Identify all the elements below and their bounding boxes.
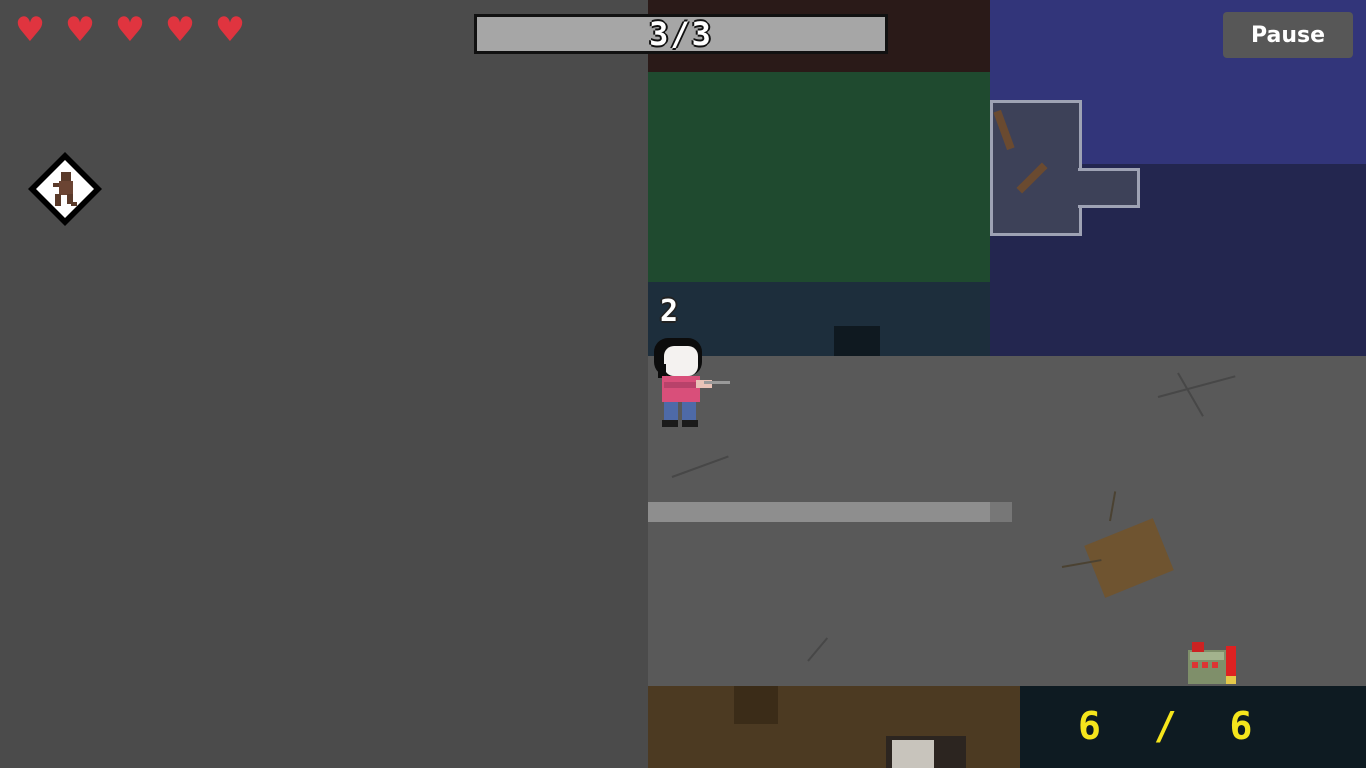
pause-button[interactable]: Pause — [1223, 12, 1353, 58]
wave-progress-text: 3/3 — [649, 15, 713, 53]
lane-marking-end — [990, 502, 1012, 522]
ammo-counter: 6 / 6 — [1078, 704, 1257, 748]
kill-counter: 2 — [660, 294, 679, 329]
game-world — [648, 0, 1366, 768]
game-viewport: ♥ ♥ ♥ ♥ ♥ 3/3 Pause 2 6 / 6 — [0, 0, 1366, 768]
shotgun-shells-icon — [1186, 640, 1242, 686]
player-character — [650, 334, 734, 430]
heart-icon: ♥ — [114, 10, 146, 50]
lane-marking — [648, 502, 1012, 522]
health-bar: ♥ ♥ ♥ ♥ ♥ — [12, 10, 248, 50]
floor-crate — [734, 686, 778, 724]
floor-animal-head — [892, 740, 934, 768]
debris-wreck-tail — [1078, 168, 1140, 208]
heart-icon: ♥ — [14, 10, 46, 50]
building-door — [834, 326, 880, 356]
heart-icon: ♥ — [164, 10, 196, 50]
heart-icon: ♥ — [214, 10, 246, 50]
heart-icon: ♥ — [64, 10, 96, 50]
lawn-green — [648, 72, 990, 282]
sprint-ability-button[interactable] — [26, 150, 104, 228]
running-figure-icon — [28, 152, 102, 226]
wave-progress-bar: 3/3 — [474, 14, 888, 54]
